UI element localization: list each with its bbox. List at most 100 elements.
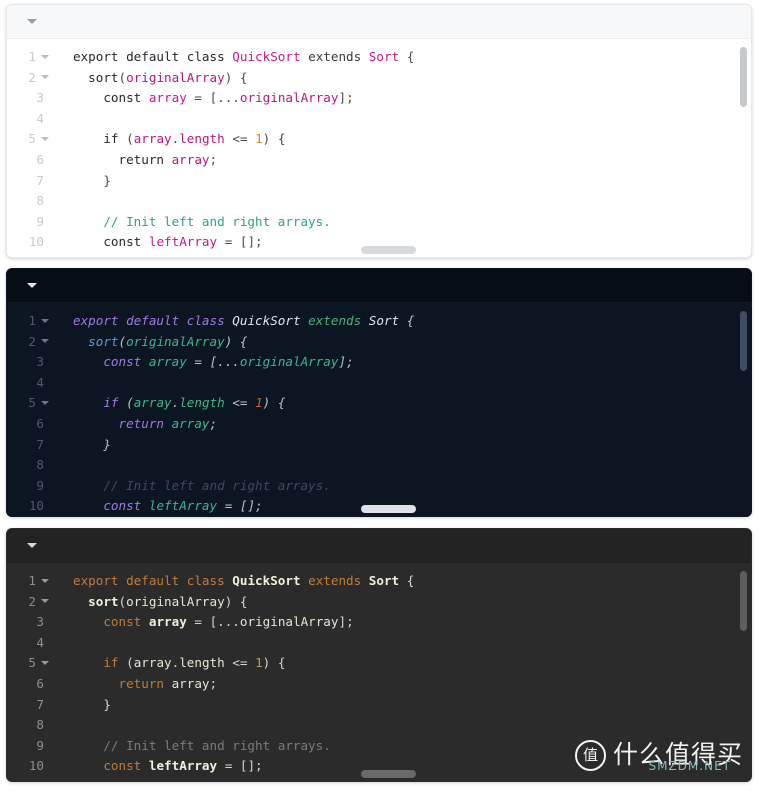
chevron-down-icon[interactable] (27, 283, 37, 288)
chevron-down-icon[interactable] (27, 543, 37, 548)
fold-arrow-icon[interactable] (41, 339, 49, 344)
fold-arrow-icon[interactable] (41, 54, 49, 59)
line-number: 3 (36, 90, 44, 106)
code-text: if (array.length <= 1) { (103, 655, 286, 671)
line-number: 9 (36, 737, 44, 753)
line-number: 2 (7, 68, 53, 89)
line-number: 6 (36, 675, 44, 691)
horizontal-scrollbar-thumb[interactable] (361, 770, 416, 778)
horizontal-scrollbar[interactable] (7, 246, 751, 255)
panel-stack: 1 export default class QuickSort extends … (0, 0, 758, 791)
code-text: const array = [...originalArray]; (103, 90, 354, 106)
code-lines: 1 export default class QuickSort extends … (7, 47, 751, 253)
code-area-light[interactable]: 1 export default class QuickSort extends … (7, 39, 751, 257)
line-number: 7 (36, 172, 44, 188)
horizontal-scrollbar[interactable] (7, 770, 751, 779)
vertical-scrollbar-thumb[interactable] (740, 47, 747, 107)
horizontal-scrollbar-thumb[interactable] (361, 246, 416, 254)
code-line: 5 if (array.length <= 1) { (7, 653, 751, 674)
code-text: } (103, 436, 111, 452)
code-line: 6 return array; (7, 674, 751, 695)
line-number: 7 (36, 436, 44, 452)
code-line: 4 (7, 373, 751, 394)
line-number: 8 (36, 717, 44, 733)
watermark-subtext: SMZDM.NET (648, 759, 731, 774)
code-text: return array; (118, 675, 218, 691)
line-number: 5 (7, 393, 53, 414)
panel-header-dark-navy[interactable] (7, 269, 751, 303)
code-lines: 1 export default class QuickSort extends … (7, 571, 751, 777)
line-number: 1 (7, 311, 53, 332)
code-line: 7 } (7, 171, 751, 192)
code-text: if (array.length <= 1) { (103, 395, 286, 411)
horizontal-scrollbar-thumb[interactable] (361, 505, 416, 513)
code-text: sort(originalArray) { (88, 333, 248, 349)
panel-header-light[interactable] (7, 5, 751, 39)
code-text: if (array.length <= 1) { (103, 131, 286, 147)
code-line: 6 return array; (7, 150, 751, 171)
vertical-scrollbar-thumb[interactable] (740, 571, 747, 631)
line-number: 9 (36, 213, 44, 229)
code-line: 9 // Init left and right arrays. (7, 736, 751, 757)
code-text: // Init left and right arrays. (103, 477, 331, 493)
code-line: 7 } (7, 695, 751, 716)
line-number: 1 (7, 47, 53, 68)
code-lines: 1 export default class QuickSort extends … (7, 311, 751, 516)
line-number: 9 (36, 477, 44, 493)
vertical-scrollbar-thumb[interactable] (740, 311, 747, 371)
code-line: 2 sort(originalArray) { (7, 68, 751, 89)
line-number: 3 (36, 354, 44, 370)
line-number: 1 (7, 571, 53, 592)
vertical-scrollbar[interactable] (740, 311, 747, 516)
line-number: 8 (36, 193, 44, 209)
code-line: 1 export default class QuickSort extends … (7, 311, 751, 332)
code-line: 5 if (array.length <= 1) { (7, 129, 751, 150)
code-text: return array; (118, 151, 218, 167)
code-text: // Init left and right arrays. (103, 737, 331, 753)
code-area-dark-navy[interactable]: 1 export default class QuickSort extends … (7, 303, 751, 516)
panel-header-dark-gray[interactable] (7, 529, 751, 563)
horizontal-scrollbar[interactable] (7, 505, 751, 514)
fold-arrow-icon[interactable] (41, 75, 49, 80)
fold-arrow-icon[interactable] (41, 136, 49, 141)
line-number: 2 (7, 332, 53, 353)
line-number: 2 (7, 592, 53, 613)
code-line: 4 (7, 633, 751, 654)
fold-arrow-icon[interactable] (41, 599, 49, 604)
line-number: 4 (36, 110, 44, 126)
vertical-scrollbar[interactable] (740, 47, 747, 257)
code-panel-dark-navy: 1 export default class QuickSort extends … (6, 268, 752, 517)
code-text: export default class QuickSort extends S… (73, 313, 415, 328)
line-number: 6 (36, 415, 44, 431)
code-text: sort(originalArray) { (88, 593, 248, 609)
code-text: export default class QuickSort extends S… (73, 573, 415, 588)
code-panel-light: 1 export default class QuickSort extends … (6, 4, 752, 258)
fold-arrow-icon[interactable] (41, 578, 49, 583)
code-text: sort(originalArray) { (88, 69, 248, 85)
code-line: 1 export default class QuickSort extends … (7, 47, 751, 68)
line-number: 4 (36, 374, 44, 390)
code-line: 3 const array = [...originalArray]; (7, 88, 751, 109)
code-area-dark-gray[interactable]: 1 export default class QuickSort extends … (7, 563, 751, 781)
fold-arrow-icon[interactable] (41, 318, 49, 323)
code-line: 5 if (array.length <= 1) { (7, 393, 751, 414)
code-text: } (103, 172, 111, 188)
code-line: 2 sort(originalArray) { (7, 332, 751, 353)
code-line: 9 // Init left and right arrays. (7, 212, 751, 233)
chevron-down-icon[interactable] (27, 19, 37, 24)
code-line: 3 const array = [...originalArray]; (7, 612, 751, 633)
code-line: 1 export default class QuickSort extends … (7, 571, 751, 592)
fold-arrow-icon[interactable] (41, 660, 49, 665)
line-number: 5 (7, 129, 53, 150)
code-line: 8 (7, 715, 751, 736)
code-text: const array = [...originalArray]; (103, 614, 354, 630)
code-line: 6 return array; (7, 414, 751, 435)
code-line: 8 (7, 191, 751, 212)
code-line: 8 (7, 455, 751, 476)
code-line: 7 } (7, 435, 751, 456)
line-number: 6 (36, 151, 44, 167)
line-number: 7 (36, 696, 44, 712)
code-line: 2 sort(originalArray) { (7, 592, 751, 613)
vertical-scrollbar[interactable] (740, 571, 747, 781)
fold-arrow-icon[interactable] (41, 400, 49, 405)
